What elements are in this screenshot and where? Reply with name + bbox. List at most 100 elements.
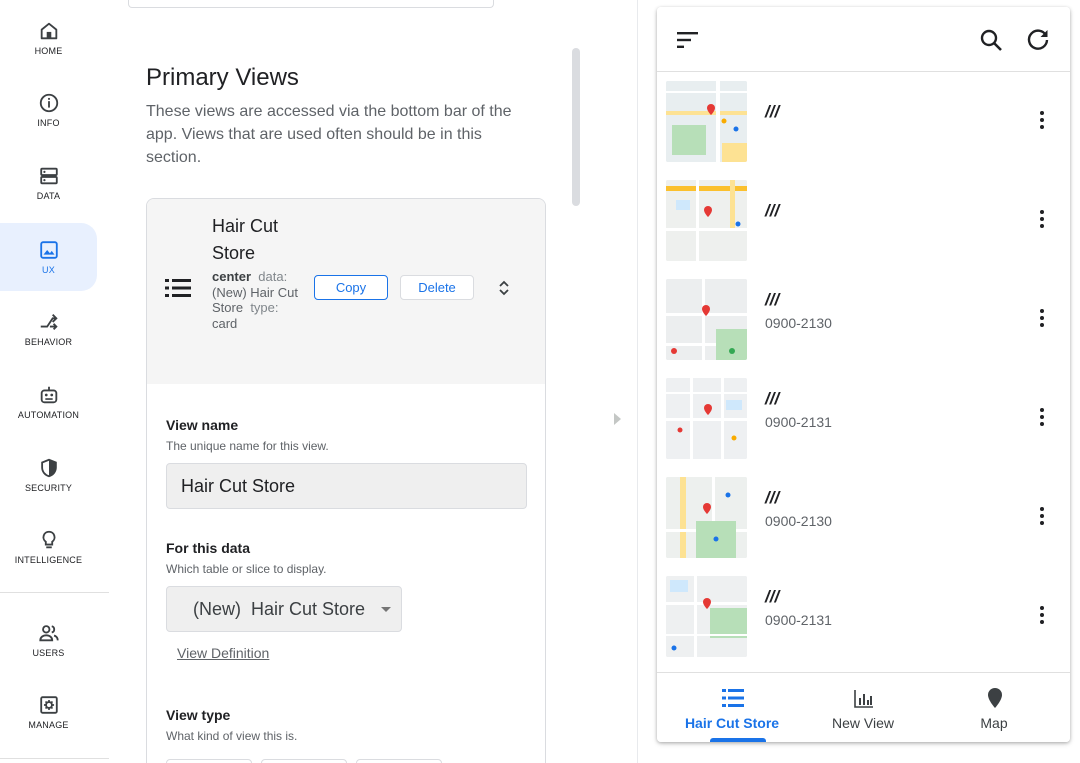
view-position: center: [212, 269, 252, 284]
nav-label: INFO: [37, 118, 60, 128]
nav-label: UX: [42, 265, 55, 275]
view-editor: Primary Views These views are accessed v…: [110, 0, 590, 763]
row-subtitle: 0900-2131: [765, 612, 832, 628]
image-icon: [39, 241, 58, 259]
tab-label: New View: [832, 715, 894, 731]
view-meta: center data: (New) Hair Cut Store type: …: [212, 269, 304, 331]
map-thumbnail: [666, 477, 747, 558]
view-name-help: The unique name for this view.: [166, 439, 329, 453]
expand-icon[interactable]: [497, 279, 511, 297]
nav-item-manage[interactable]: MANAGE: [0, 678, 97, 746]
view-type-label: View type: [166, 707, 231, 723]
row-title: ///: [765, 102, 780, 121]
card-list: /// /// /// 0900-2130 /// 0900-2131 /// …: [657, 72, 1070, 672]
gear-icon: [39, 696, 58, 714]
more-vert-icon[interactable]: [1039, 308, 1045, 328]
nav-item-info[interactable]: INFO: [0, 76, 97, 144]
refresh-icon[interactable]: [1025, 27, 1051, 53]
left-nav: HOME INFO DATA UX BEHAVIOR AUTOMATION SE…: [0, 0, 110, 763]
row-title: ///: [765, 587, 780, 606]
map-thumbnail: [666, 180, 747, 261]
map-thumbnail: [666, 576, 747, 657]
behavior-icon: [40, 314, 58, 330]
row-title: ///: [765, 290, 780, 309]
chart-icon: [854, 690, 873, 708]
list-item[interactable]: /// 0900-2131: [657, 567, 1070, 666]
nav-divider: [0, 592, 109, 593]
robot-icon: [40, 386, 57, 404]
previous-section-field[interactable]: [128, 0, 494, 8]
nav-label: INTELLIGENCE: [14, 555, 83, 565]
list-item[interactable]: /// 0900-2130: [657, 270, 1070, 369]
map-pin-icon: [988, 688, 1002, 708]
bottom-tab-bar: Hair Cut Store New View Map: [657, 672, 1070, 742]
row-title: ///: [765, 201, 780, 220]
for-this-data-label: For this data: [166, 540, 251, 556]
view-type-option[interactable]: [166, 759, 252, 763]
list-item[interactable]: /// 0900-2130: [657, 468, 1070, 567]
more-vert-icon[interactable]: [1039, 407, 1045, 427]
info-icon: [39, 93, 58, 113]
row-subtitle: 0900-2130: [765, 315, 832, 331]
view-card: Hair Cut Store center data: (New) Hair C…: [146, 198, 546, 763]
more-vert-icon[interactable]: [1039, 506, 1045, 526]
copy-button[interactable]: Copy: [314, 275, 388, 300]
collapse-preview-arrow-icon[interactable]: [614, 413, 621, 425]
nav-label: AUTOMATION: [17, 410, 80, 420]
data-key: data:: [258, 269, 288, 284]
map-thumbnail: [666, 279, 747, 360]
section-description: These views are accessed via the bottom …: [146, 103, 512, 166]
data-icon: [39, 167, 58, 185]
list-icon: [165, 279, 191, 297]
users-icon: [38, 625, 59, 642]
nav-label: BEHAVIOR: [24, 337, 73, 347]
row-title: ///: [765, 389, 780, 408]
app-bar: [657, 7, 1070, 72]
nav-item-intelligence[interactable]: INTELLIGENCE: [0, 513, 97, 581]
tab-hair-cut-store[interactable]: Hair Cut Store: [663, 673, 801, 742]
nav-item-data[interactable]: DATA: [0, 149, 97, 217]
view-type-option[interactable]: [261, 759, 347, 763]
tab-new-view[interactable]: New View: [794, 673, 932, 742]
view-type-help: What kind of view this is.: [166, 729, 298, 743]
sort-icon[interactable]: [677, 31, 699, 49]
shield-icon: [40, 458, 57, 478]
view-card-header[interactable]: Hair Cut Store center data: (New) Hair C…: [147, 199, 545, 384]
list-item[interactable]: /// 0900-2131: [657, 369, 1070, 468]
nav-label: MANAGE: [28, 720, 69, 730]
section-title: Primary Views: [146, 64, 299, 91]
more-vert-icon[interactable]: [1039, 605, 1045, 625]
view-name-label: View name: [166, 417, 239, 433]
data-select[interactable]: (New) Hair Cut Store: [166, 586, 402, 632]
list-item[interactable]: ///: [657, 72, 1070, 171]
nav-label: DATA: [36, 191, 61, 201]
nav-divider: [0, 758, 109, 759]
nav-item-security[interactable]: SECURITY: [0, 441, 97, 509]
map-thumbnail: [666, 378, 747, 459]
more-vert-icon[interactable]: [1039, 110, 1045, 130]
panel-divider: [637, 0, 638, 763]
tab-label: Map: [980, 715, 1008, 731]
more-vert-icon[interactable]: [1039, 209, 1045, 229]
tab-map[interactable]: Map: [925, 673, 1063, 742]
nav-item-home[interactable]: HOME: [0, 4, 97, 72]
scrollbar-thumb[interactable]: [572, 48, 580, 206]
row-title: ///: [765, 488, 780, 507]
chevron-down-icon: [381, 607, 391, 612]
row-subtitle: 0900-2130: [765, 513, 832, 529]
list-icon: [722, 689, 744, 707]
nav-item-ux[interactable]: UX: [0, 223, 97, 291]
view-definition-link[interactable]: View Definition: [177, 645, 269, 661]
search-icon[interactable]: [979, 28, 1003, 52]
nav-item-automation[interactable]: AUTOMATION: [0, 368, 97, 436]
list-item[interactable]: ///: [657, 171, 1070, 270]
nav-item-users[interactable]: USERS: [0, 606, 97, 674]
view-name-input[interactable]: [166, 463, 527, 509]
delete-button[interactable]: Delete: [400, 275, 474, 300]
nav-item-behavior[interactable]: BEHAVIOR: [0, 295, 97, 363]
view-title: Hair Cut Store: [212, 216, 279, 263]
tab-label: Hair Cut Store: [684, 715, 780, 731]
map-thumbnail: [666, 81, 747, 162]
for-this-data-help: Which table or slice to display.: [166, 562, 327, 576]
view-type-option[interactable]: [356, 759, 442, 763]
